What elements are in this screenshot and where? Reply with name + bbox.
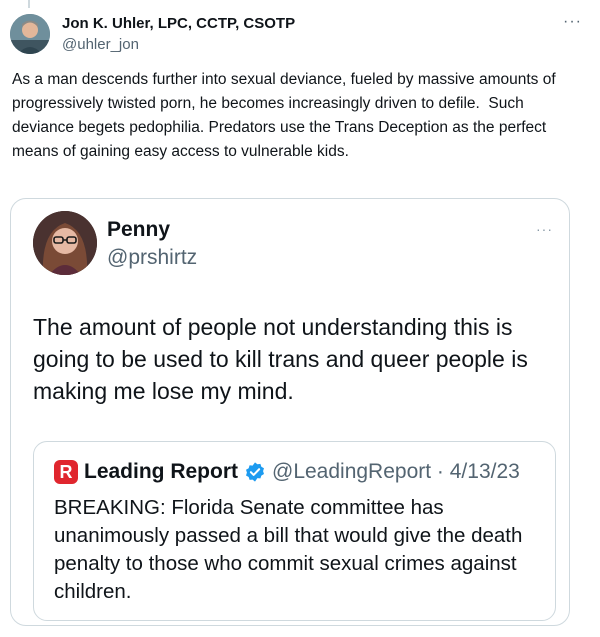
author-name[interactable]: Jon K. Uhler, LPC, CCTP, CSOTP [62, 14, 295, 34]
quoted-tweet-text: The amount of people not understanding t… [33, 314, 528, 404]
tweet: Jon K. Uhler, LPC, CCTP, CSOTP @uhler_jo… [0, 0, 600, 637]
quoted-more-options-icon[interactable]: ··· [536, 221, 553, 237]
quoted-avatar-icon [33, 211, 97, 275]
inner-tweet-text: BREAKING: Florida Senate committee has u… [54, 496, 523, 603]
quoted-tweet[interactable]: Penny @prshirtz ··· The amount of people… [10, 198, 570, 626]
quoted-author-handle[interactable]: @prshirtz [107, 245, 197, 271]
leading-report-logo-icon: R [54, 460, 78, 484]
quoted-avatar[interactable] [33, 211, 97, 275]
inner-author-handle-date[interactable]: @LeadingReport · 4/13/23 [272, 459, 520, 485]
thread-line [28, 0, 30, 8]
author-block[interactable]: Jon K. Uhler, LPC, CCTP, CSOTP @uhler_jo… [62, 14, 295, 55]
verified-badge-icon [246, 462, 264, 482]
author-avatar[interactable] [10, 14, 50, 54]
inner-quoted-tweet[interactable]: R Leading Report @LeadingReport · 4/13/2… [33, 441, 556, 621]
inner-author-name[interactable]: Leading Report [84, 459, 238, 485]
author-avatar-icon [10, 14, 50, 54]
quoted-author-name[interactable]: Penny [107, 217, 170, 243]
more-options-icon[interactable]: ··· [563, 14, 582, 30]
tweet-text: As a man descends further into sexual de… [12, 71, 560, 160]
author-handle[interactable]: @uhler_jon [62, 35, 295, 55]
